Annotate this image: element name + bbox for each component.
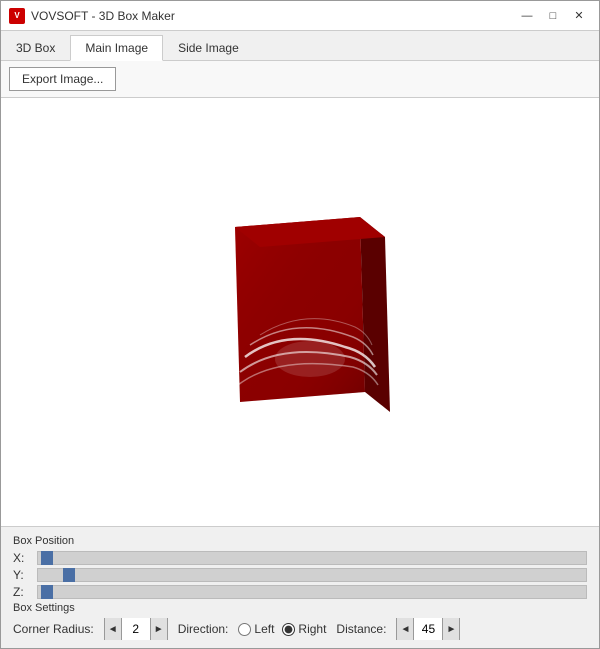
x-slider-thumb[interactable]: [41, 551, 53, 565]
box-settings-label: Box Settings: [13, 602, 587, 614]
direction-label: Direction:: [178, 622, 229, 636]
tab-side-image[interactable]: Side Image: [163, 35, 254, 61]
direction-right-label: Right: [298, 622, 326, 636]
toolbar: Export Image...: [1, 61, 599, 98]
direction-radio-group: Left Right: [238, 622, 326, 636]
corner-radius-increment[interactable]: ►: [151, 618, 167, 640]
x-label: X:: [13, 551, 31, 565]
maximize-button[interactable]: □: [541, 6, 565, 26]
direction-right-option[interactable]: Right: [282, 622, 326, 636]
main-window: V VOVSOFT - 3D Box Maker — □ ✕ 3D Box Ma…: [0, 0, 600, 649]
direction-left-option[interactable]: Left: [238, 622, 274, 636]
title-bar: V VOVSOFT - 3D Box Maker — □ ✕: [1, 1, 599, 31]
x-slider[interactable]: [37, 551, 587, 565]
distance-value: 45: [413, 618, 443, 640]
z-slider-row: Z:: [13, 585, 587, 599]
distance-label: Distance:: [336, 622, 386, 636]
distance-increment[interactable]: ►: [443, 618, 459, 640]
title-bar-left: V VOVSOFT - 3D Box Maker: [9, 8, 175, 24]
bottom-panel: Box Position X: Y: Z: Box Settings Corne…: [1, 526, 599, 648]
z-slider-thumb[interactable]: [41, 585, 53, 599]
export-button[interactable]: Export Image...: [9, 67, 116, 91]
direction-left-radio[interactable]: [238, 623, 251, 636]
app-icon: V: [9, 8, 25, 24]
corner-radius-decrement[interactable]: ◄: [105, 618, 121, 640]
canvas-area: [1, 98, 599, 526]
y-slider-thumb[interactable]: [63, 568, 75, 582]
direction-left-label: Left: [254, 622, 274, 636]
corner-radius-spinner: ◄ 2 ►: [104, 618, 168, 640]
box-position-label: Box Position: [13, 535, 587, 547]
tab-bar: 3D Box Main Image Side Image: [1, 31, 599, 61]
tab-main-image[interactable]: Main Image: [70, 35, 163, 61]
z-label: Z:: [13, 585, 31, 599]
z-slider[interactable]: [37, 585, 587, 599]
tab-3d-box[interactable]: 3D Box: [1, 35, 70, 61]
y-slider[interactable]: [37, 568, 587, 582]
window-controls: — □ ✕: [515, 6, 591, 26]
y-slider-row: Y:: [13, 568, 587, 582]
distance-spinner: ◄ 45 ►: [396, 618, 460, 640]
x-slider-row: X:: [13, 551, 587, 565]
y-label: Y:: [13, 568, 31, 582]
window-title: VOVSOFT - 3D Box Maker: [31, 9, 175, 23]
minimize-button[interactable]: —: [515, 6, 539, 26]
corner-radius-value: 2: [121, 618, 151, 640]
corner-radius-label: Corner Radius:: [13, 622, 94, 636]
direction-right-radio[interactable]: [282, 623, 295, 636]
close-button[interactable]: ✕: [567, 6, 591, 26]
settings-row: Corner Radius: ◄ 2 ► Direction: Left Rig…: [13, 618, 587, 640]
distance-decrement[interactable]: ◄: [397, 618, 413, 640]
box-3d-preview: [205, 197, 395, 427]
